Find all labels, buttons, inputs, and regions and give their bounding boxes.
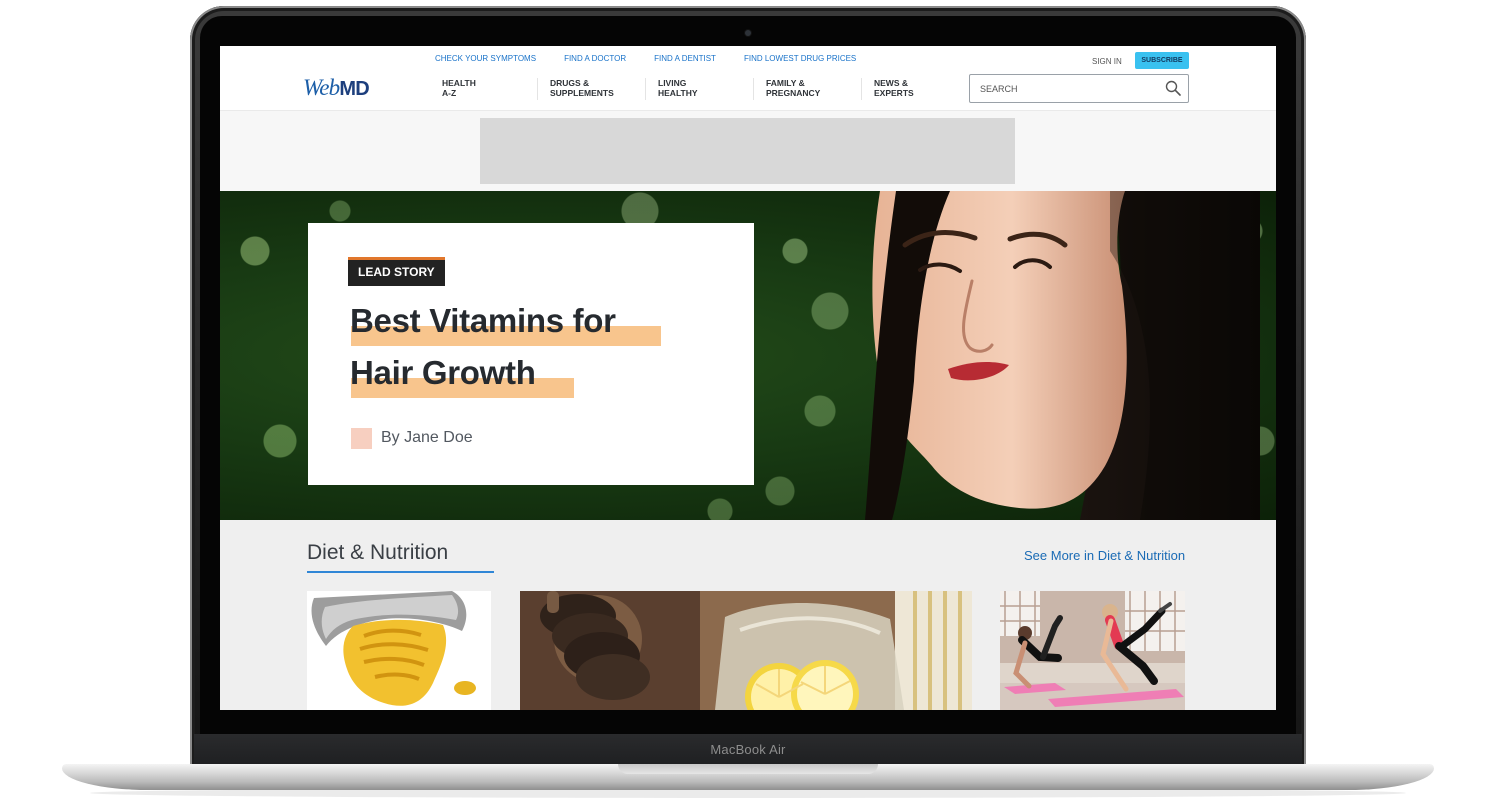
- article-thumbnail-chips[interactable]: [307, 591, 491, 710]
- search-icon[interactable]: [1165, 80, 1181, 96]
- chips-image: [311, 591, 476, 706]
- nav-item-news-experts[interactable]: NEWS & EXPERTS: [861, 78, 969, 100]
- honey-lemon-image: [520, 591, 972, 710]
- laptop-notch: [618, 764, 878, 774]
- lead-story-title-line-1: Best Vitamins for: [350, 302, 616, 339]
- author-avatar: [351, 428, 372, 449]
- sign-in-link[interactable]: SIGN IN: [1092, 57, 1122, 66]
- author-byline[interactable]: By Jane Doe: [381, 429, 473, 447]
- lead-story-title-line-2: Hair Growth: [350, 354, 536, 391]
- section-title-underline: [307, 571, 494, 573]
- section-title: Diet & Nutrition: [307, 541, 449, 564]
- subscribe-button[interactable]: SUBSCRIBE: [1135, 52, 1189, 69]
- utility-link-find-doctor[interactable]: FIND A DOCTOR: [564, 54, 626, 63]
- nav-item-health-a-z[interactable]: HEALTH A-Z: [430, 78, 537, 100]
- hero-portrait-image: [865, 191, 1260, 520]
- nav-item-family-pregnancy[interactable]: FAMILY & PREGNANCY: [753, 78, 861, 100]
- laptop-base: [62, 764, 1434, 790]
- utility-link-find-dentist[interactable]: FIND A DENTIST: [654, 54, 716, 63]
- webmd-logo[interactable]: WebMD: [303, 75, 370, 101]
- camera-icon: [745, 30, 751, 36]
- hero-banner[interactable]: LEAD STORY Best Vitamins for Hair Growth…: [220, 191, 1276, 520]
- see-more-link[interactable]: See More in Diet & Nutrition: [1024, 548, 1185, 563]
- utility-link-drug-prices[interactable]: FIND LOWEST DRUG PRICES: [744, 54, 856, 63]
- laptop-chin: MacBook Air: [194, 734, 1302, 764]
- utility-links: CHECK YOUR SYMPTOMS FIND A DOCTOR FIND A…: [435, 54, 884, 63]
- lead-story-badge: LEAD STORY: [348, 257, 445, 286]
- main-nav: HEALTH A-Z DRUGS & SUPPLEMENTS LIVING HE…: [430, 78, 969, 100]
- nav-item-drugs-supplements[interactable]: DRUGS & SUPPLEMENTS: [537, 78, 645, 100]
- article-thumbnail-honey-lemon[interactable]: [520, 591, 972, 710]
- search-input[interactable]: [980, 82, 1150, 96]
- lead-story-card[interactable]: LEAD STORY Best Vitamins for Hair Growth…: [308, 223, 754, 485]
- nav-item-living-healthy[interactable]: LIVING HEALTHY: [645, 78, 753, 100]
- lead-story-title[interactable]: Best Vitamins for Hair Growth: [350, 295, 710, 399]
- ad-strip: [220, 111, 1276, 191]
- diet-nutrition-section: Diet & Nutrition See More in Diet & Nutr…: [220, 520, 1276, 710]
- site-header: WebMD CHECK YOUR SYMPTOMS FIND A DOCTOR …: [220, 46, 1276, 111]
- ad-placeholder[interactable]: [480, 118, 1015, 184]
- utility-link-check-symptoms[interactable]: CHECK YOUR SYMPTOMS: [435, 54, 536, 63]
- fitness-image: [1000, 591, 1185, 710]
- logo-web-text: Web: [303, 75, 340, 100]
- device-model-label: MacBook Air: [710, 742, 786, 757]
- screen: WebMD CHECK YOUR SYMPTOMS FIND A DOCTOR …: [220, 46, 1276, 710]
- logo-md-text: MD: [339, 78, 369, 100]
- article-thumbnail-fitness-class[interactable]: [1000, 591, 1185, 710]
- search-box: [969, 74, 1189, 103]
